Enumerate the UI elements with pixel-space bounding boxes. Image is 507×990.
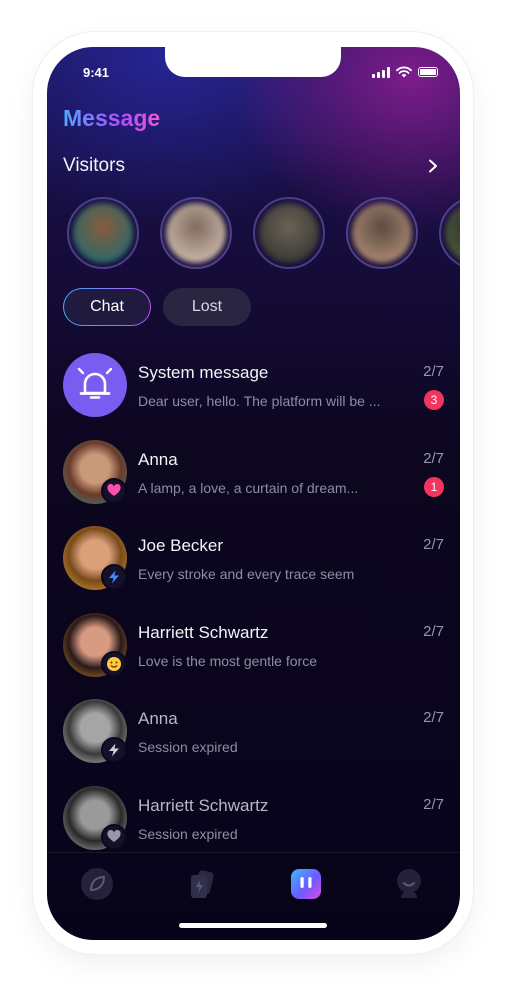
device-notch <box>165 47 341 77</box>
contact-name: Joe Becker <box>138 536 224 555</box>
visitors-header[interactable]: Visitors <box>63 155 444 179</box>
visitor-avatar-strip[interactable] <box>67 197 460 273</box>
visitor-photo <box>166 203 226 263</box>
cards-icon[interactable] <box>184 867 218 901</box>
wifi-icon <box>396 66 412 78</box>
battery-icon <box>418 67 438 77</box>
message-preview: Love is the most gentle force <box>138 652 317 669</box>
smiley-icon <box>101 650 127 677</box>
unread-count-badge: 1 <box>424 476 444 497</box>
contact-name: Harriett Schwartz <box>138 622 269 642</box>
visitors-title: Visitors <box>63 155 125 176</box>
visitor-avatar[interactable] <box>439 197 460 269</box>
visitor-photo <box>73 203 133 263</box>
status-time: 9:41 <box>83 65 110 80</box>
visitor-avatar[interactable] <box>67 197 139 269</box>
message-date: 2/7 <box>423 709 444 726</box>
tab-chat[interactable]: Chat <box>63 288 151 326</box>
lightning-icon <box>101 737 127 763</box>
leaf-icon[interactable] <box>80 867 114 901</box>
message-row[interactable]: Anna Session expired 2/7 <box>63 699 444 765</box>
message-date: 2/7 <box>423 449 444 467</box>
visitor-avatar[interactable] <box>253 197 325 269</box>
heart-icon <box>101 823 127 850</box>
visitor-photo <box>445 203 460 263</box>
message-date: 2/7 <box>423 536 444 553</box>
contact-name: Anna <box>138 449 178 469</box>
message-row[interactable]: Harriett Schwartz Session expired 2/7 <box>63 785 444 852</box>
tab-lost[interactable]: Lost <box>163 288 251 326</box>
app-screen: 9:41 Message Visitors Chat Lost System me… <box>47 47 460 940</box>
contact-name: System message <box>138 363 269 382</box>
contact-name: Harriett Schwartz <box>138 795 269 815</box>
contact-name: Anna <box>138 709 178 728</box>
message-row[interactable]: System message Dear user, hello. The plat… <box>63 353 444 419</box>
message-row[interactable]: Harriett Schwartz Love is the most gentle… <box>63 612 444 679</box>
alarm-bell-icon <box>77 367 113 399</box>
unread-count-badge: 3 <box>424 390 444 410</box>
message-preview: Dear user, hello. The platform will be .… <box>138 393 381 409</box>
chevron-right-icon[interactable] <box>426 159 440 173</box>
lightning-icon <box>101 564 127 590</box>
visitor-photo <box>352 203 412 263</box>
chat-icon[interactable] <box>289 867 323 901</box>
page-title: Message <box>63 105 161 131</box>
visitor-avatar[interactable] <box>160 197 232 269</box>
message-preview: Session expired <box>138 739 238 755</box>
message-date: 2/7 <box>423 622 444 640</box>
heart-icon <box>101 477 127 504</box>
message-preview: A lamp, a love, a curtain of dream... <box>138 479 359 496</box>
message-row[interactable]: Joe Becker Every stroke and every trace s… <box>63 526 444 592</box>
cellular-signal-icon <box>372 66 390 78</box>
message-date: 2/7 <box>423 363 444 380</box>
message-date: 2/7 <box>423 795 444 813</box>
home-indicator <box>179 923 327 928</box>
message-tabs: Chat Lost <box>63 288 251 326</box>
message-preview: Session expired <box>138 825 238 842</box>
message-preview: Every stroke and every trace seem <box>138 566 355 582</box>
visitor-avatar[interactable] <box>346 197 418 269</box>
status-icons <box>372 66 438 78</box>
system-avatar <box>63 353 127 417</box>
visitor-photo <box>259 203 319 263</box>
profile-icon[interactable] <box>392 867 426 901</box>
message-row[interactable]: Anna A lamp, a love, a curtain of dream..… <box>63 439 444 506</box>
